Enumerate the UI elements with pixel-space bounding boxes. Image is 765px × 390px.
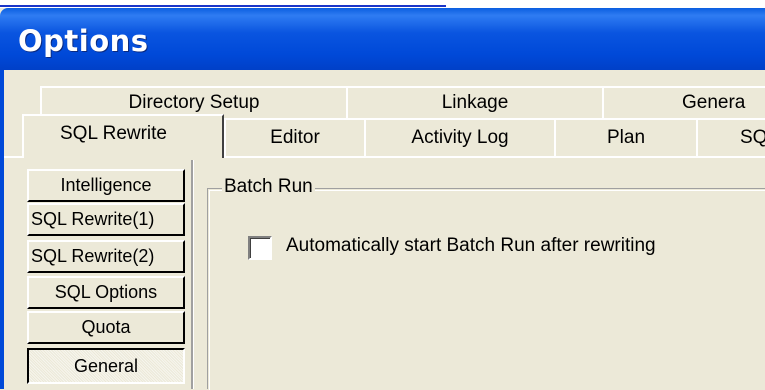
batch-run-group (207, 188, 765, 389)
tab-label: Linkage (441, 92, 509, 113)
window-title: Options (18, 24, 149, 58)
tab-label: Directory Setup (128, 92, 260, 113)
tab-linkage[interactable]: Linkage (346, 86, 604, 118)
sidebar-item-intelligence[interactable]: Intelligence (27, 169, 185, 202)
tab-label: Editor (270, 127, 320, 148)
tab-label: Activity Log (411, 127, 509, 148)
sidebar-item-quota[interactable]: Quota (27, 311, 185, 344)
tab-plan[interactable]: Plan (554, 118, 698, 156)
tab-editor[interactable]: Editor (224, 118, 366, 156)
sidebar-item-sql-options[interactable]: SQL Options (27, 276, 185, 309)
title-bar[interactable]: Options (0, 8, 765, 70)
auto-batch-run-checkbox[interactable] (248, 236, 272, 260)
tab-label: Genera (682, 92, 746, 113)
sidebar-item-label: Intelligence (60, 175, 152, 195)
sidebar-item-label: SQL Options (54, 282, 158, 302)
batch-run-group-label: Batch Run (222, 176, 315, 198)
tab-label: Plan (606, 127, 646, 148)
sidebar-item-sql-rewrite-1[interactable]: SQL Rewrite(1) (27, 203, 185, 236)
tab-sql-rewrite[interactable]: SQL Rewrite (22, 114, 224, 158)
tab-activity-log[interactable]: Activity Log (364, 118, 556, 156)
sidebar-divider (191, 160, 194, 389)
top-link-underline (0, 0, 765, 8)
sidebar-item-label: SQL Rewrite(2) (31, 246, 155, 266)
tab-general[interactable]: Genera (602, 86, 765, 118)
tab-label: SQ (740, 127, 765, 148)
sidebar-item-label: Quota (81, 317, 131, 337)
tab-label: SQL Rewrite (60, 123, 167, 144)
tab-sql-options[interactable]: SQ (696, 118, 765, 156)
auto-batch-run-label[interactable]: Automatically start Batch Run after rewr… (286, 235, 656, 257)
sidebar-item-label: General (73, 355, 139, 376)
sidebar-item-sql-rewrite-2[interactable]: SQL Rewrite(2) (27, 240, 185, 273)
sidebar-item-label: SQL Rewrite(1) (31, 209, 155, 229)
sidebar-item-general[interactable]: General (27, 348, 185, 384)
